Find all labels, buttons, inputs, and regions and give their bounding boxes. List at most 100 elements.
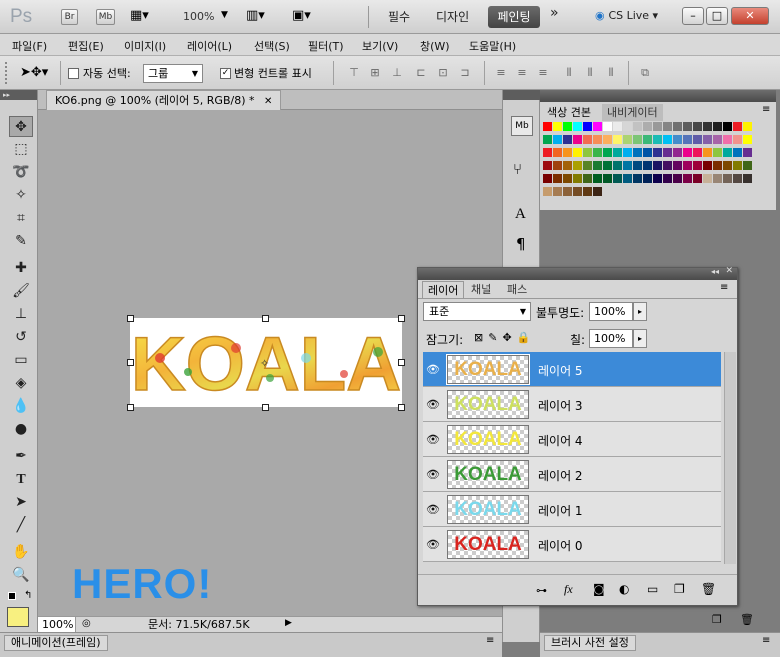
color-swatch[interactable] [643, 161, 652, 170]
distribute-horizontal-center-icon[interactable]: ⫴ [583, 66, 597, 80]
view-extras-icon[interactable]: ▦▾ [130, 8, 160, 26]
workspace-design[interactable]: 디자인 [436, 8, 469, 25]
color-swatch[interactable] [713, 122, 722, 131]
new-group-icon[interactable]: ▭ [647, 582, 658, 596]
distribute-right-icon[interactable]: ⫴ [604, 66, 618, 80]
more-workspaces-button[interactable]: » [550, 5, 559, 21]
layer-row[interactable]: 👁 KOALA 레이어 0 [423, 527, 721, 562]
arrange-documents-icon[interactable]: ▥▾ [246, 8, 265, 23]
tab-brush-presets[interactable]: 브러시 사전 설정 [544, 635, 636, 651]
lock-position-icon[interactable]: ✥ [502, 331, 516, 344]
color-swatch[interactable] [703, 161, 712, 170]
distribute-bottom-icon[interactable]: ≡ [536, 66, 550, 80]
swatches-panel-title-bar[interactable] [540, 90, 776, 102]
color-swatch[interactable] [713, 135, 722, 144]
transform-handle[interactable] [262, 315, 269, 322]
color-swatch[interactable] [593, 187, 602, 196]
color-swatch[interactable] [643, 122, 652, 131]
spot-healing-tool-icon[interactable]: ✚ [9, 258, 33, 279]
layer-thumbnail[interactable]: KOALA [447, 390, 529, 419]
color-swatch[interactable] [573, 174, 582, 183]
zoom-level[interactable]: 100% [183, 10, 214, 23]
transform-handle[interactable] [398, 315, 405, 322]
new-layer-icon[interactable]: ❐ [674, 582, 685, 596]
color-swatch[interactable] [673, 122, 682, 131]
auto-select-dropdown[interactable]: 그룹 ▼ [143, 64, 203, 83]
auto-select-checkbox[interactable] [68, 66, 79, 79]
move-tool-icon[interactable]: ✥ [9, 116, 33, 137]
layer-row[interactable]: 👁 KOALA 레이어 1 [423, 492, 721, 527]
align-horizontal-center-icon[interactable]: ⊡ [436, 66, 450, 80]
crop-tool-icon[interactable]: ⌗ [9, 208, 33, 229]
pen-tool-icon[interactable]: ✒ [9, 446, 33, 467]
color-swatch[interactable] [653, 135, 662, 144]
color-swatch[interactable] [733, 122, 742, 131]
align-vertical-center-icon[interactable]: ⊞ [368, 66, 382, 80]
color-swatch[interactable] [663, 161, 672, 170]
color-swatch[interactable] [563, 135, 572, 144]
status-menu-arrow-icon[interactable]: ▶ [285, 618, 292, 628]
color-swatch[interactable] [733, 174, 742, 183]
delete-swatch-icon[interactable]: 🗑 [740, 613, 754, 626]
color-swatch[interactable] [573, 135, 582, 144]
menu-view[interactable]: 보기(V) [362, 38, 398, 54]
opacity-input[interactable]: 100% [589, 302, 633, 321]
color-swatch[interactable] [603, 174, 612, 183]
layer-thumbnail[interactable]: KOALA [447, 530, 529, 559]
lock-transparent-icon[interactable]: ⊠ [474, 331, 488, 344]
foreground-color-swatch[interactable] [7, 607, 29, 627]
color-swatch[interactable] [573, 161, 582, 170]
color-swatch[interactable] [733, 135, 742, 144]
delete-layer-icon[interactable]: 🗑 [701, 582, 716, 596]
color-swatch[interactable] [553, 148, 562, 157]
color-swatch[interactable] [633, 135, 642, 144]
menu-help[interactable]: 도움말(H) [469, 38, 516, 54]
color-swatch[interactable] [733, 148, 742, 157]
layer-thumbnail[interactable]: KOALA [447, 460, 529, 489]
color-swatch[interactable] [713, 161, 722, 170]
paint-bucket-tool-icon[interactable]: ◈ [9, 373, 33, 394]
color-swatch[interactable] [563, 187, 572, 196]
color-swatch[interactable] [673, 161, 682, 170]
color-swatch[interactable] [643, 174, 652, 183]
color-swatch[interactable] [693, 135, 702, 144]
layer-row[interactable]: 👁 KOALA 레이어 3 [423, 387, 721, 422]
color-swatch[interactable] [553, 161, 562, 170]
status-zoom-field[interactable]: 100% [38, 617, 76, 632]
color-swatch[interactable] [603, 135, 612, 144]
visibility-eye-icon[interactable]: 👁 [426, 398, 440, 412]
maximize-button[interactable]: □ [706, 7, 728, 25]
status-document-size[interactable]: 문서: 71.5K/687.5K [148, 618, 250, 632]
panel-menu-icon[interactable]: ≡ [762, 104, 770, 115]
fill-input[interactable]: 100% [589, 329, 633, 348]
visibility-eye-icon[interactable]: 👁 [426, 363, 440, 377]
color-swatch[interactable] [543, 122, 552, 131]
color-swatch[interactable] [653, 174, 662, 183]
color-swatch[interactable] [743, 161, 752, 170]
color-swatch[interactable] [583, 135, 592, 144]
link-layers-icon[interactable]: ⊶ [536, 584, 547, 597]
tab-swatches[interactable]: 색상 견본 [542, 104, 596, 121]
color-swatch[interactable] [743, 135, 752, 144]
close-document-icon[interactable]: ✕ [264, 96, 272, 107]
layer-row[interactable]: 👁 KOALA 레이어 2 [423, 457, 721, 492]
color-swatch[interactable] [603, 161, 612, 170]
color-swatch[interactable] [623, 122, 632, 131]
blur-tool-icon[interactable]: 💧 [9, 396, 33, 417]
transform-controls-checkbox[interactable]: ✓ [220, 66, 231, 79]
tab-layers[interactable]: 레이어 [422, 281, 465, 298]
eraser-tool-icon[interactable]: ▭ [9, 350, 33, 371]
visibility-eye-icon[interactable]: 👁 [426, 468, 440, 482]
color-swatch[interactable] [703, 174, 712, 183]
color-swatch[interactable] [743, 148, 752, 157]
tools-panel-header[interactable]: ▸▸ [0, 90, 37, 100]
color-swatch[interactable] [593, 148, 602, 157]
align-left-icon[interactable]: ⊏ [414, 66, 428, 80]
fill-slider-button[interactable]: ▸ [633, 329, 647, 348]
color-swatch[interactable] [683, 135, 692, 144]
color-swatch[interactable] [593, 174, 602, 183]
color-swatch[interactable] [573, 122, 582, 131]
usb-icon[interactable]: ⑂ [513, 160, 522, 178]
clone-stamp-tool-icon[interactable]: ⊥ [9, 304, 33, 325]
brush-tool-icon[interactable]: 🖌 [9, 281, 33, 302]
